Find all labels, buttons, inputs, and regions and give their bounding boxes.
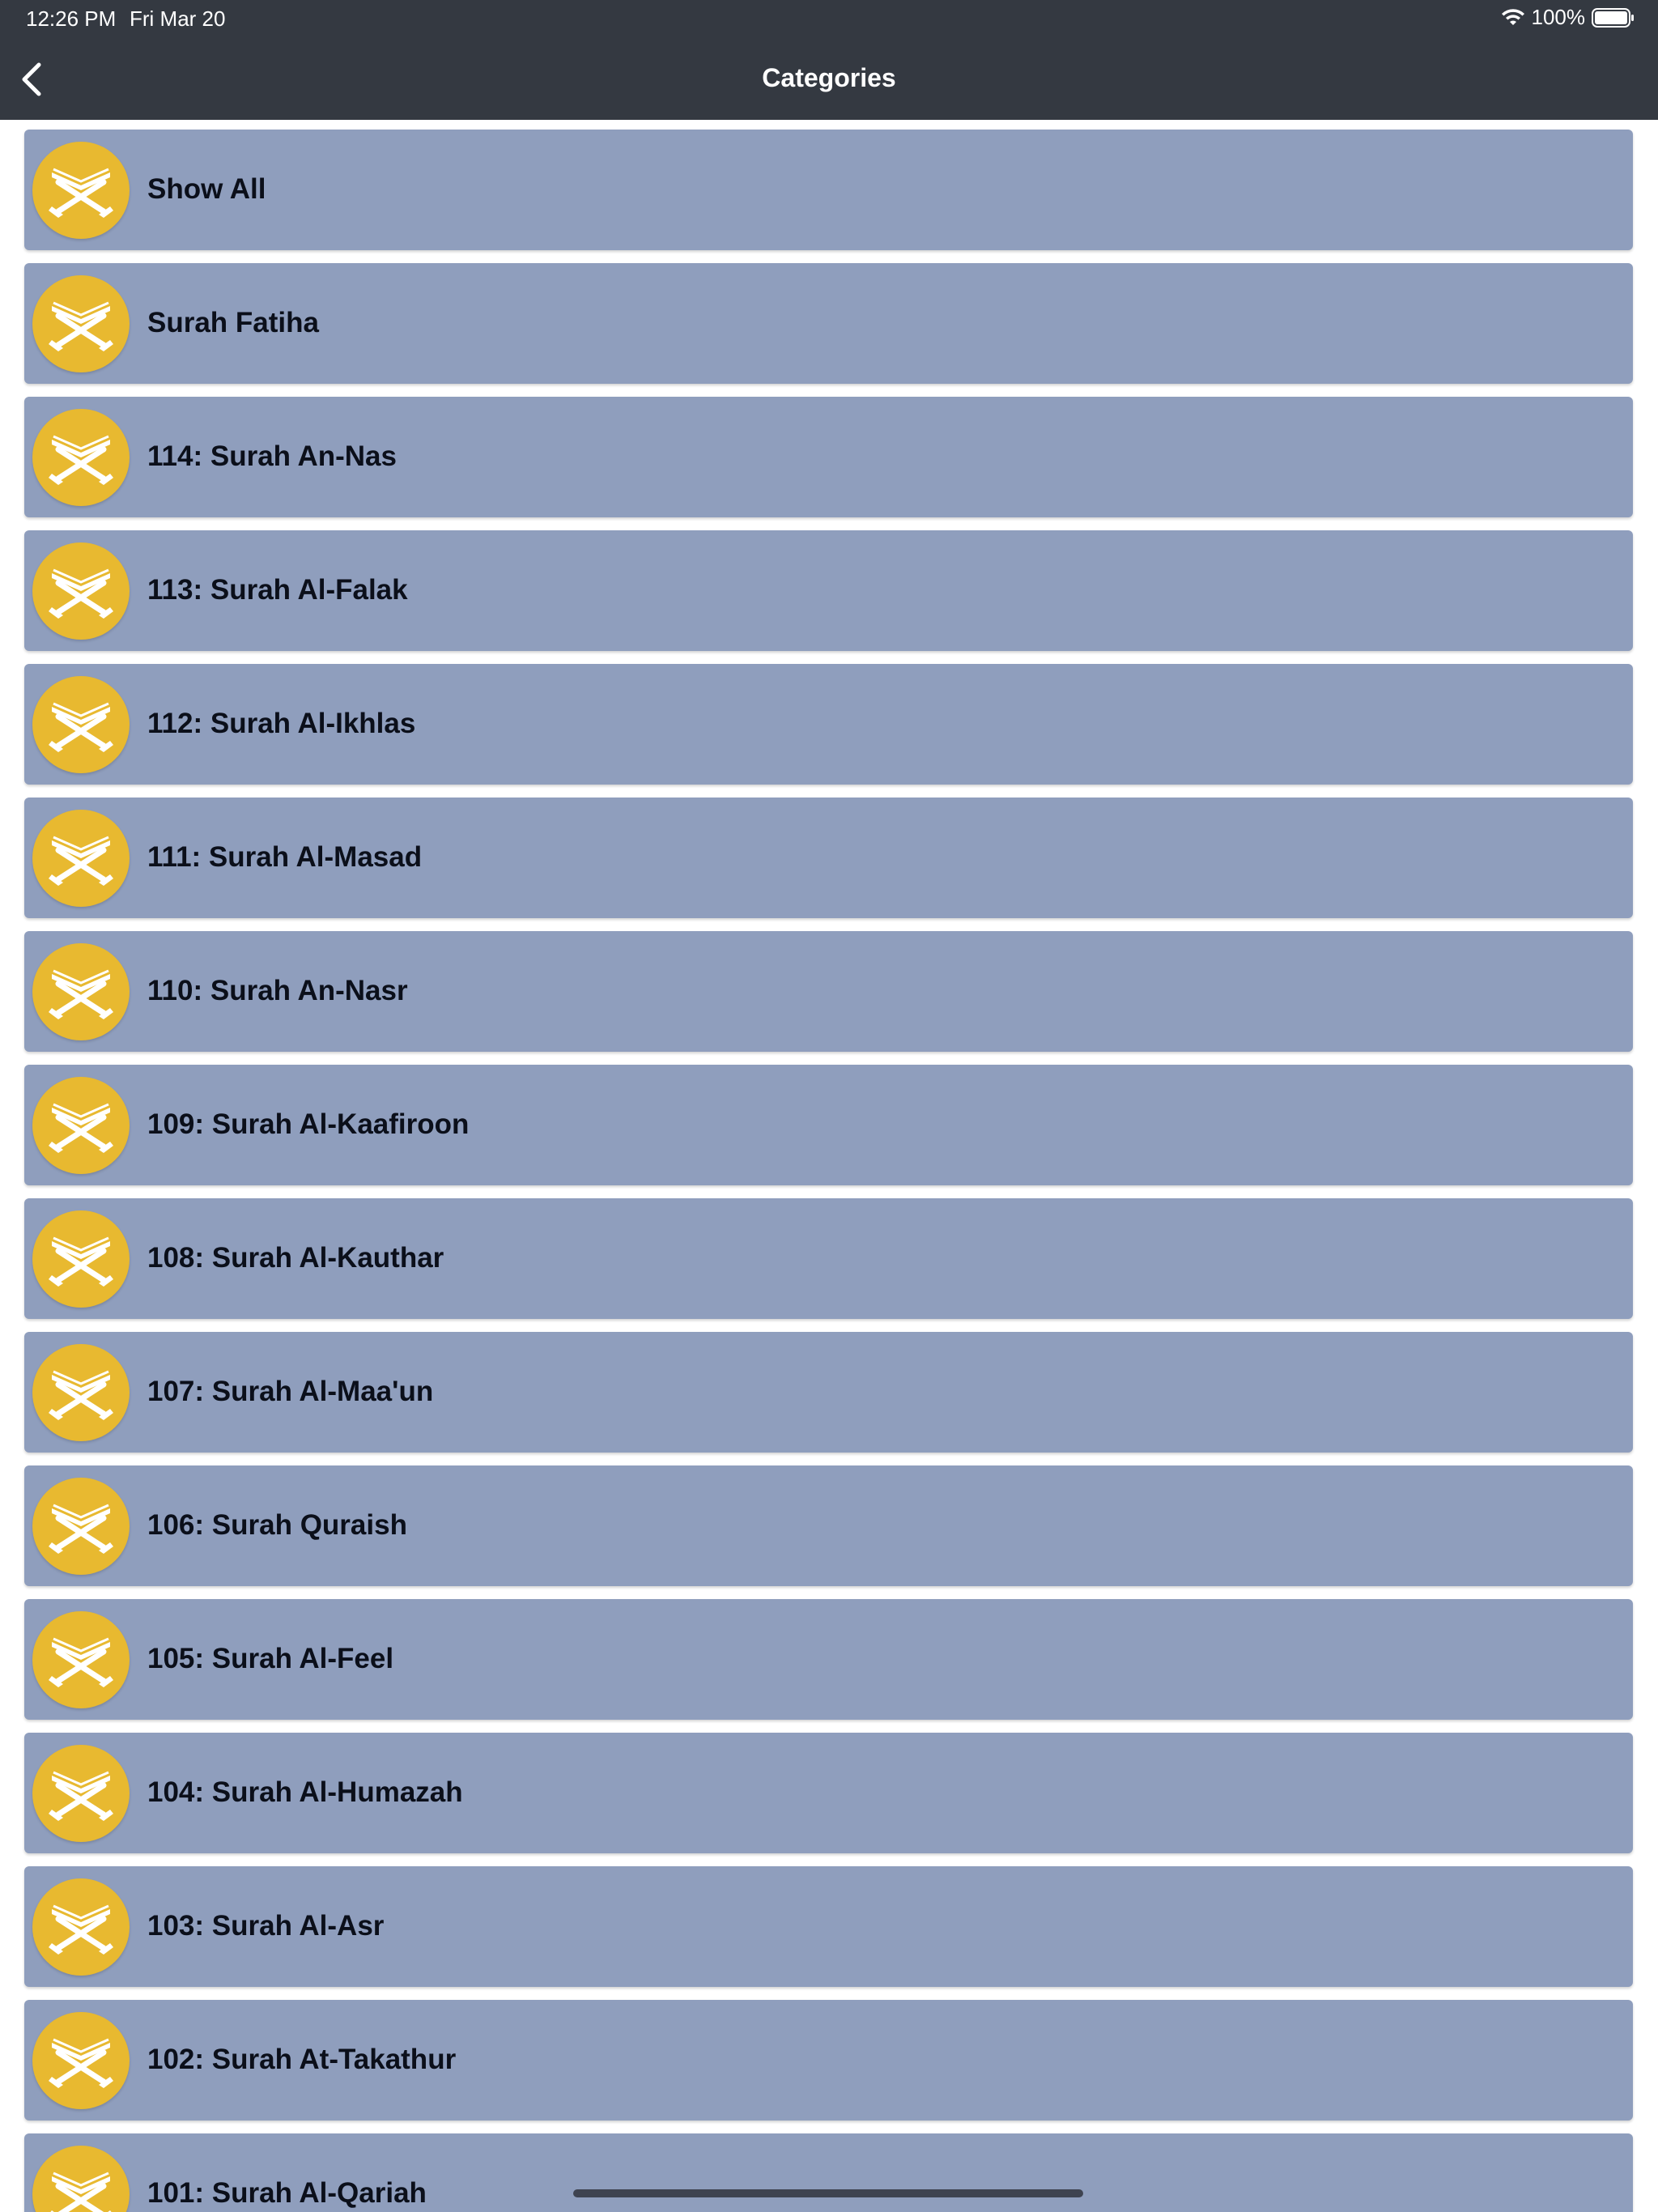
list-item-label: 108: Surah Al-Kauthar [147,1242,444,1274]
open-book-stand-icon [32,676,130,773]
list-item-label: Show All [147,173,266,205]
open-book-stand-icon [32,810,130,907]
list-item-label: 103: Surah Al-Asr [147,1910,385,1942]
list-item-label: 106: Surah Quraish [147,1509,407,1541]
open-book-stand-icon [32,1077,130,1174]
list-item-label: 101: Surah Al-Qariah [147,2177,427,2209]
open-book-stand-icon [32,142,130,239]
battery-percent: 100% [1531,5,1586,29]
open-book-stand-icon [32,409,130,506]
list-item[interactable]: 109: Surah Al-Kaafiroon [24,1065,1633,1185]
open-book-stand-icon [32,1611,130,1708]
status-time: 12:26 PM [26,6,117,31]
open-book-stand-icon [32,1210,130,1308]
list-item[interactable]: 108: Surah Al-Kauthar [24,1198,1633,1319]
list-item[interactable]: 105: Surah Al-Feel [24,1599,1633,1720]
list-item[interactable]: 114: Surah An-Nas [24,397,1633,517]
status-bar: 12:26 PM Fri Mar 20 100% [0,0,1658,39]
open-book-stand-icon [32,1344,130,1441]
status-date: Fri Mar 20 [130,6,226,31]
list-item[interactable]: 107: Surah Al-Maa'un [24,1332,1633,1453]
list-item-label: 111: Surah Al-Masad [147,841,423,873]
list-item[interactable]: 112: Surah Al-Ikhlas [24,664,1633,785]
chevron-left-icon [11,62,60,107]
list-item-label: 109: Surah Al-Kaafiroon [147,1108,470,1140]
list-item-label: 112: Surah Al-Ikhlas [147,708,416,739]
open-book-stand-icon [32,1878,130,1976]
list-item[interactable]: 102: Surah At-Takathur [24,2000,1633,2121]
list-item[interactable]: Show All [24,130,1633,250]
list-item[interactable]: 113: Surah Al-Falak [24,530,1633,651]
status-indicators: 100% [1501,5,1636,30]
list-item-label: 110: Surah An-Nasr [147,975,408,1006]
list-item-label: 105: Surah Al-Feel [147,1643,394,1674]
page-title: Categories [762,63,896,92]
open-book-stand-icon [32,2146,130,2212]
open-book-stand-icon [32,2012,130,2109]
wifi-icon [1501,8,1525,28]
list-item-label: Surah Fatiha [147,307,319,338]
category-list[interactable]: Show All Surah Fatiha 114: Surah An-Nas 113… [0,120,1658,2212]
open-book-stand-icon [32,542,130,640]
open-book-stand-icon [32,1745,130,1842]
list-item-label: 102: Surah At-Takathur [147,2044,457,2075]
list-item[interactable]: 104: Surah Al-Humazah [24,1733,1633,1853]
list-item-label: 107: Surah Al-Maa'un [147,1376,434,1407]
navigation-bar: Categories [0,39,1658,120]
list-item[interactable]: 106: Surah Quraish [24,1465,1633,1586]
list-item[interactable]: 103: Surah Al-Asr [24,1866,1633,1987]
list-item[interactable]: 110: Surah An-Nasr [24,931,1633,1052]
open-book-stand-icon [32,1478,130,1575]
open-book-stand-icon [32,943,130,1040]
list-item[interactable]: 111: Surah Al-Masad [24,798,1633,918]
list-item[interactable]: 101: Surah Al-Qariah [24,2133,1633,2212]
list-item-label: 114: Surah An-Nas [147,440,397,472]
home-indicator[interactable] [573,2189,1083,2197]
list-item[interactable]: Surah Fatiha [24,263,1633,384]
list-item-label: 113: Surah Al-Falak [147,574,408,606]
list-item-label: 104: Surah Al-Humazah [147,1776,463,1808]
battery-icon [1592,7,1635,28]
open-book-stand-icon [32,275,130,372]
